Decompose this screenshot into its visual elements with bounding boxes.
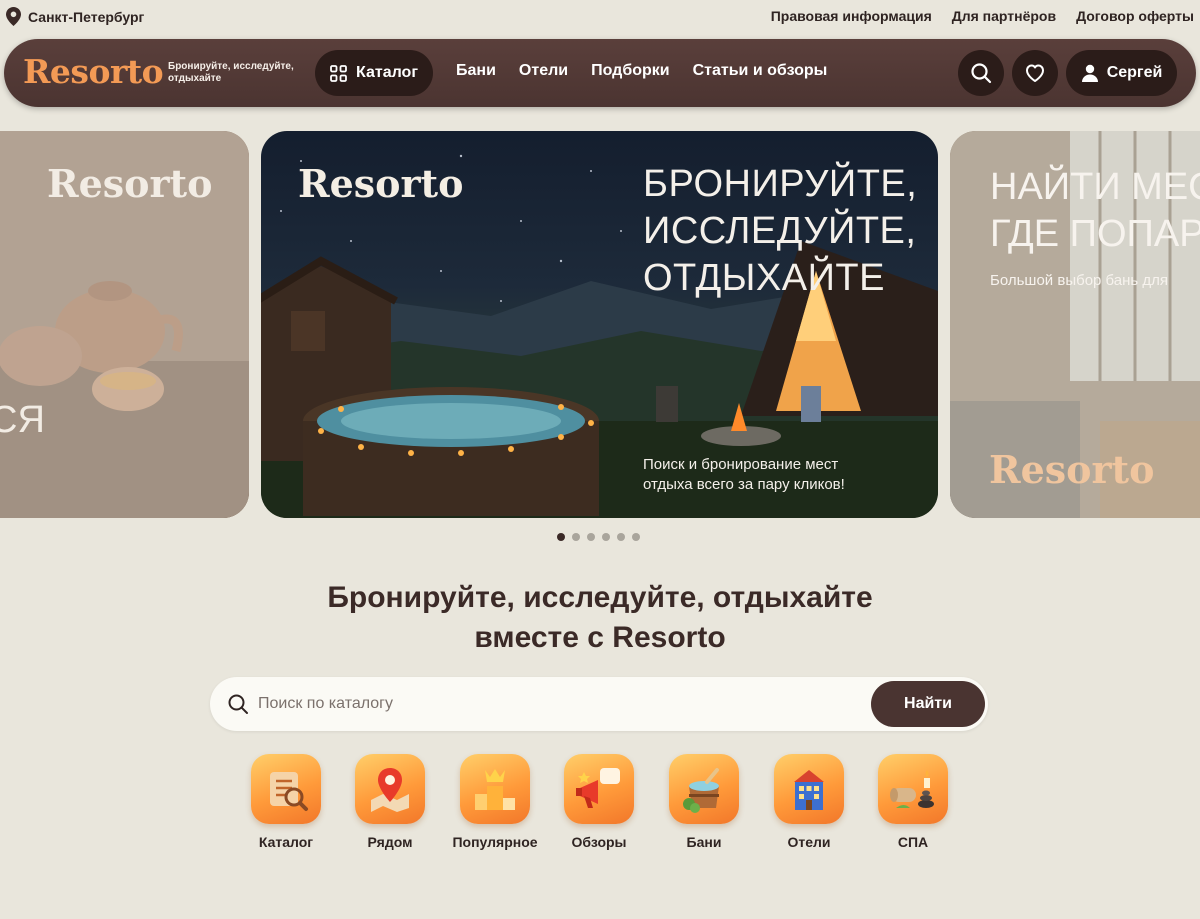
category-baths[interactable]: Бани (659, 754, 749, 850)
category-label: Популярное (452, 834, 538, 850)
heart-icon (1026, 64, 1044, 82)
slide-headline-line-1: НАЙТИ МЕС (990, 166, 1200, 208)
city-name: Санкт-Петербург (28, 8, 145, 25)
search-input[interactable] (258, 686, 858, 722)
legal-info-link[interactable]: Правовая информация (771, 8, 932, 24)
search-icon (971, 63, 992, 84)
page-title-line-1: Бронируйте, исследуйте, отдыхайте (327, 581, 873, 614)
category-label: Бани (686, 834, 722, 850)
bath-tub-icon (669, 754, 739, 824)
hotel-building-icon (774, 754, 844, 824)
category-spa[interactable]: СПА (868, 754, 958, 850)
city-selector[interactable]: Санкт-Петербург (6, 7, 144, 26)
slide-subtitle: Большой выбор бань для (990, 272, 1169, 289)
category-nearby[interactable]: Рядом (345, 754, 435, 850)
catalog-button-label: Каталог (356, 64, 418, 81)
nav-baths[interactable]: Бани (456, 62, 496, 80)
category-label: Рядом (367, 834, 413, 850)
slide-headline-line-2: ГДЕ ПОПАР (990, 213, 1200, 255)
slide-headline-fragment: СЯ (0, 399, 45, 441)
category-hotels[interactable]: Отели (764, 754, 854, 850)
podium-crown-icon (460, 754, 530, 824)
carousel-dot-3[interactable] (587, 533, 595, 541)
header-tagline: Бронируйте, исследуйте, отдыхайте (168, 61, 294, 84)
carousel-dot-2[interactable] (572, 533, 580, 541)
slide-logo: Resorto (47, 161, 213, 206)
catalog-search: Найти (210, 677, 988, 731)
carousel-slide-next[interactable]: НАЙТИ МЕС ГДЕ ПОПАР Большой выбор бань д… (950, 131, 1200, 518)
category-popular[interactable]: Популярное (450, 754, 540, 850)
category-reviews[interactable]: Обзоры (554, 754, 644, 850)
user-profile-button[interactable]: Сергей (1066, 50, 1177, 96)
slide-headline: НАЙТИ МЕС ГДЕ ПОПАР (990, 164, 1200, 258)
search-submit-button[interactable]: Найти (871, 681, 985, 727)
carousel-slide-previous[interactable]: Resorto СЯ (0, 131, 249, 518)
logo[interactable]: Resorto (23, 52, 164, 91)
nav-hotels[interactable]: Отели (519, 62, 568, 80)
carousel-dot-4[interactable] (602, 533, 610, 541)
slide-subtitle: Поиск и бронирование мест отдыха всего з… (643, 456, 845, 493)
slide-logo: Resorto (989, 447, 1155, 492)
category-label: СПА (897, 834, 929, 850)
carousel-dot-5[interactable] (617, 533, 625, 541)
user-name: Сергей (1106, 64, 1163, 81)
nav-collections[interactable]: Подборки (591, 62, 670, 80)
category-label: Каталог (258, 834, 314, 850)
category-catalog[interactable]: Каталог (241, 754, 331, 850)
spa-stones-icon (878, 754, 948, 824)
search-button[interactable] (958, 50, 1004, 96)
main-header: Resorto Бронируйте, исследуйте, отдыхайт… (4, 39, 1196, 107)
offer-agreement-link[interactable]: Договор оферты (1076, 8, 1194, 24)
user-icon (1081, 64, 1098, 82)
page-title: Бронируйте, исследуйте, отдыхайте вместе… (0, 578, 1200, 658)
carousel-dot-1[interactable] (557, 533, 565, 541)
partners-link[interactable]: Для партнёров (952, 8, 1056, 24)
carousel-slide-active[interactable]: Resorto БРОНИРУЙТЕ, ИССЛЕДУЙТЕ, ОТДЫХАЙТ… (261, 131, 938, 518)
carousel-pagination (557, 533, 640, 541)
search-icon (228, 694, 248, 714)
top-bar: Санкт-Петербург Правовая информация Для … (0, 0, 1200, 36)
grid-icon (330, 64, 347, 82)
catalog-button[interactable]: Каталог (315, 50, 433, 96)
category-shortcuts: Каталог Рядом Популярное Обзоры Бани Оте… (244, 754, 960, 864)
megaphone-icon (564, 754, 634, 824)
category-label: Обзоры (571, 834, 627, 850)
nav-articles[interactable]: Статьи и обзоры (693, 62, 828, 80)
catalog-notepad-icon (251, 754, 321, 824)
page-title-line-2: вместе с Resorto (474, 621, 726, 654)
carousel-dot-6[interactable] (632, 533, 640, 541)
map-pin-icon (6, 7, 21, 26)
slide-headline: БРОНИРУЙТЕ, ИССЛЕДУЙТЕ, ОТДЫХАЙТЕ (643, 163, 918, 299)
category-label: Отели (787, 834, 831, 850)
slide-logo: Resorto (298, 161, 464, 206)
favorites-button[interactable] (1012, 50, 1058, 96)
map-pin-icon (355, 754, 425, 824)
